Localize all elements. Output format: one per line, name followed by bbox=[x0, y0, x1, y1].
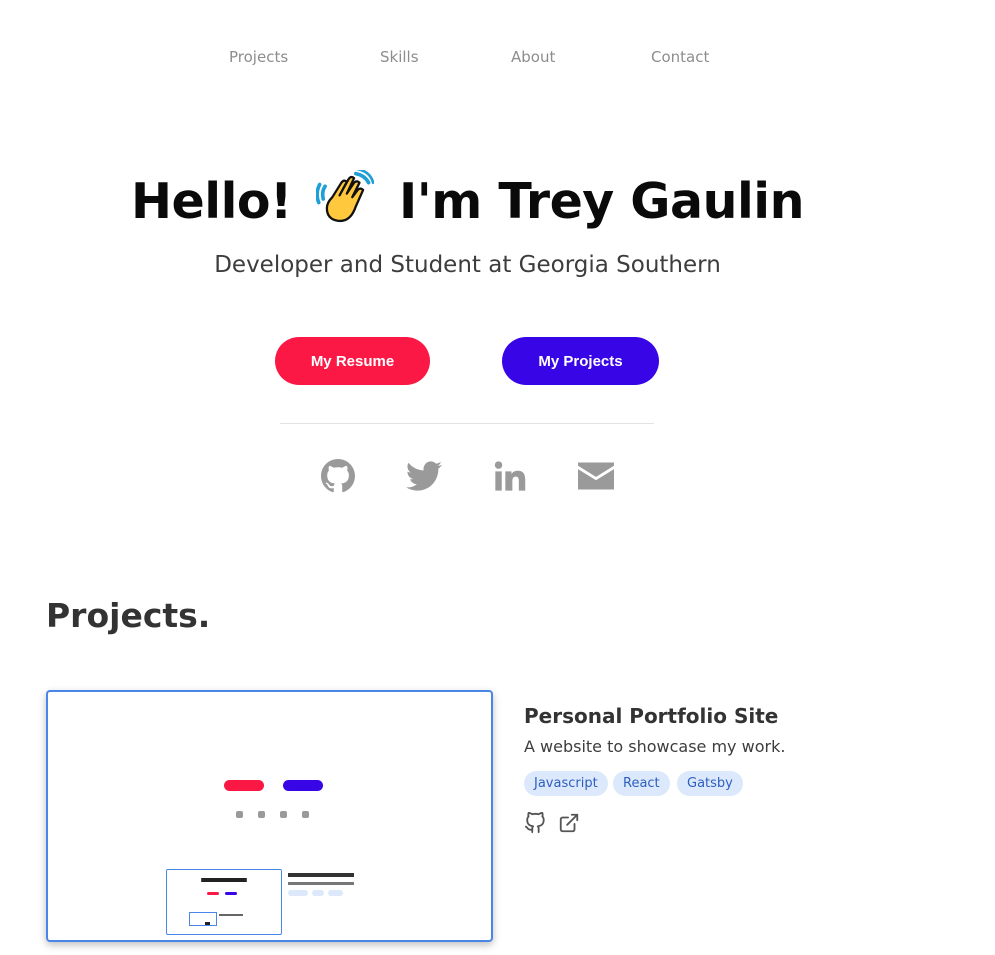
mini-project-title bbox=[288, 873, 354, 877]
hero-subtitle: Developer and Student at Georgia Souther… bbox=[214, 252, 721, 278]
hero-divider bbox=[280, 423, 654, 424]
project-external-link-icon[interactable] bbox=[558, 812, 580, 834]
mini-project-desc bbox=[288, 882, 354, 885]
mini-social-icons bbox=[236, 811, 312, 819]
top-nav: Projects Skills About Contact bbox=[0, 48, 935, 72]
project-title: Personal Portfolio Site bbox=[524, 704, 779, 728]
hero-greeting: Hello! bbox=[131, 173, 292, 230]
project-description: A website to showcase my work. bbox=[524, 737, 786, 756]
project-tag-javascript: Javascript bbox=[524, 771, 608, 796]
nav-link-contact[interactable]: Contact bbox=[651, 48, 709, 66]
project-screenshot[interactable] bbox=[46, 690, 493, 942]
hero-name: I'm Trey Gaulin bbox=[399, 173, 804, 230]
nav-link-skills[interactable]: Skills bbox=[380, 48, 419, 66]
mini-projects-button bbox=[283, 780, 323, 791]
nav-link-about[interactable]: About bbox=[511, 48, 555, 66]
mini-tag bbox=[288, 890, 308, 896]
nav-link-projects[interactable]: Projects bbox=[229, 48, 288, 66]
mini-resume-button bbox=[224, 780, 264, 791]
twitter-icon[interactable] bbox=[405, 457, 443, 495]
my-projects-button[interactable]: My Projects bbox=[502, 337, 659, 385]
projects-heading: Projects. bbox=[46, 596, 211, 635]
project-tag-react: React bbox=[613, 771, 670, 796]
waving-hand-icon bbox=[316, 170, 375, 223]
linkedin-icon[interactable] bbox=[491, 457, 529, 495]
github-icon[interactable] bbox=[319, 457, 357, 495]
mini-tag bbox=[312, 890, 324, 896]
mini-project-card bbox=[166, 869, 282, 935]
project-tag-gatsby: Gatsby bbox=[677, 771, 743, 796]
email-icon[interactable] bbox=[577, 457, 615, 495]
hero-title: Hello! I'm Trey Gaulin bbox=[0, 170, 935, 230]
my-resume-button[interactable]: My Resume bbox=[275, 337, 430, 385]
mini-tag bbox=[328, 890, 343, 896]
project-github-icon[interactable] bbox=[524, 811, 546, 834]
